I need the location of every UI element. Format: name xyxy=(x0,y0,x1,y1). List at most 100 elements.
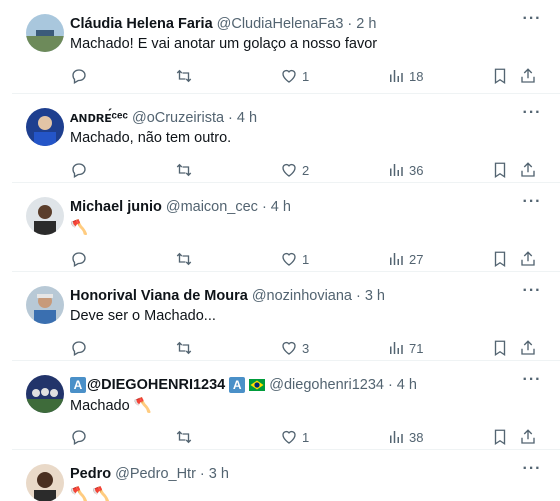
author-name[interactable]: Michael junio xyxy=(70,199,162,215)
avatar[interactable] xyxy=(26,197,64,235)
more-icon[interactable]: ··· xyxy=(520,194,544,215)
share-button[interactable] xyxy=(519,160,537,180)
avatar[interactable] xyxy=(26,375,64,413)
retweet-button[interactable] xyxy=(175,249,193,269)
separator-dot: · xyxy=(228,110,233,126)
retweet-button[interactable] xyxy=(175,66,193,86)
more-icon[interactable]: ··· xyxy=(520,105,544,126)
post-time[interactable]: 3 h xyxy=(365,288,385,304)
author-name[interactable]: Cláudia Helena Faria xyxy=(70,16,213,32)
heart-icon xyxy=(282,69,296,83)
share-button[interactable] xyxy=(519,66,537,86)
views-icon xyxy=(390,431,403,443)
avatar[interactable] xyxy=(26,464,64,501)
bookmark-icon xyxy=(494,162,506,179)
share-button[interactable] xyxy=(519,427,537,447)
reply-post[interactable]: Cláudia Helena Faria @CludiaHelenaFa3 · … xyxy=(12,0,560,94)
heart-icon xyxy=(282,430,296,444)
author-handle[interactable]: @CludiaHelenaFa3 xyxy=(217,16,344,32)
share-icon xyxy=(521,251,535,266)
reply-button[interactable] xyxy=(70,249,88,269)
author-name[interactable]: Pedro xyxy=(70,466,111,482)
like-button[interactable]: 3 xyxy=(280,338,309,358)
name-badge: A xyxy=(229,377,246,393)
retweet-button[interactable] xyxy=(175,338,193,358)
author-name[interactable]: Honorival Viana de Moura xyxy=(70,288,248,304)
bookmark-button[interactable] xyxy=(491,338,509,358)
separator-dot: · xyxy=(356,288,361,304)
like-count: 1 xyxy=(302,68,310,84)
heart-icon xyxy=(282,252,296,266)
retweet-icon xyxy=(176,430,192,444)
retweet-button[interactable] xyxy=(175,427,193,447)
share-button[interactable] xyxy=(519,249,537,269)
views-icon xyxy=(390,342,403,354)
name-badge: A xyxy=(70,377,86,393)
more-icon[interactable]: ··· xyxy=(520,11,544,32)
reply-post[interactable]: Honorival Viana de Moura @nozinhoviana ·… xyxy=(12,272,560,361)
author-name[interactable]: ᴀɴᴅʀᴇ́ᶜᵉᶜ xyxy=(70,110,128,126)
reply-button[interactable] xyxy=(70,338,88,358)
bookmark-button[interactable] xyxy=(491,160,509,180)
like-count: 1 xyxy=(302,251,310,267)
share-icon xyxy=(521,429,535,444)
post-time[interactable]: 2 h xyxy=(356,16,376,32)
share-icon xyxy=(521,162,535,177)
reply-icon xyxy=(72,69,86,84)
more-icon[interactable]: ··· xyxy=(520,283,544,304)
reply-button[interactable] xyxy=(70,66,88,86)
view-count: 38 xyxy=(409,429,424,445)
like-count: 2 xyxy=(302,162,310,178)
author-handle[interactable]: @nozinhoviana xyxy=(252,288,352,304)
reply-post[interactable]: Pedro @Pedro_Htr · 3 h ··· 🪓 🪓 xyxy=(12,450,560,501)
like-button[interactable]: 2 xyxy=(280,160,309,180)
more-icon[interactable]: ··· xyxy=(520,461,544,482)
views-button[interactable]: 71 xyxy=(387,338,423,358)
post-time[interactable]: 4 h xyxy=(271,199,291,215)
reply-post[interactable]: ᴀɴᴅʀᴇ́ᶜᵉᶜ @oCruzeirista · 4 h ··· Machad… xyxy=(12,94,560,183)
reply-icon xyxy=(72,341,86,356)
post-time[interactable]: 4 h xyxy=(237,110,257,126)
like-button[interactable]: 1 xyxy=(280,427,309,447)
post-time[interactable]: 4 h xyxy=(397,377,417,393)
reply-button[interactable] xyxy=(70,160,88,180)
avatar[interactable] xyxy=(26,14,64,52)
author-name[interactable]: @DIEGOHENRI1234 xyxy=(87,377,225,393)
reply-post[interactable]: A @DIEGOHENRI1234 A @diegohenri1234 · 4 … xyxy=(12,361,560,450)
action-bar: 3 71 xyxy=(70,338,548,358)
avatar[interactable] xyxy=(26,108,64,146)
reply-post[interactable]: Michael junio @maicon_cec · 4 h ··· 🪓 1 … xyxy=(12,183,560,272)
more-icon[interactable]: ··· xyxy=(520,372,544,393)
view-count: 27 xyxy=(409,251,424,267)
author-handle[interactable]: @oCruzeirista xyxy=(132,110,224,126)
reply-icon xyxy=(72,252,86,267)
reply-button[interactable] xyxy=(70,427,88,447)
views-button[interactable]: 27 xyxy=(387,249,423,269)
bookmark-button[interactable] xyxy=(491,427,509,447)
replies-feed: Cláudia Helena Faria @CludiaHelenaFa3 · … xyxy=(0,0,560,501)
heart-icon xyxy=(282,341,296,355)
views-button[interactable]: 18 xyxy=(387,66,423,86)
post-text: 🪓 🪓 xyxy=(70,487,111,501)
like-button[interactable]: 1 xyxy=(280,66,309,86)
retweet-icon xyxy=(176,341,192,355)
views-icon xyxy=(390,164,403,176)
separator-dot: · xyxy=(347,16,353,32)
author-handle[interactable]: @Pedro_Htr xyxy=(115,466,196,482)
avatar[interactable] xyxy=(26,286,64,324)
action-bar: 2 36 xyxy=(70,160,548,180)
bookmark-button[interactable] xyxy=(491,249,509,269)
retweet-icon xyxy=(176,163,192,177)
bookmark-button[interactable] xyxy=(491,66,509,86)
author-handle[interactable]: @maicon_cec xyxy=(166,199,258,215)
like-button[interactable]: 1 xyxy=(280,249,309,269)
post-text: 🪓 xyxy=(70,220,89,236)
share-button[interactable] xyxy=(519,338,537,358)
author-handle[interactable]: @diegohenri1234 xyxy=(269,377,384,393)
post-time[interactable]: 3 h xyxy=(209,466,229,482)
views-button[interactable]: 36 xyxy=(387,160,423,180)
separator-dot: · xyxy=(387,377,393,393)
retweet-button[interactable] xyxy=(175,160,193,180)
views-button[interactable]: 38 xyxy=(387,427,423,447)
separator-dot: · xyxy=(199,466,205,482)
